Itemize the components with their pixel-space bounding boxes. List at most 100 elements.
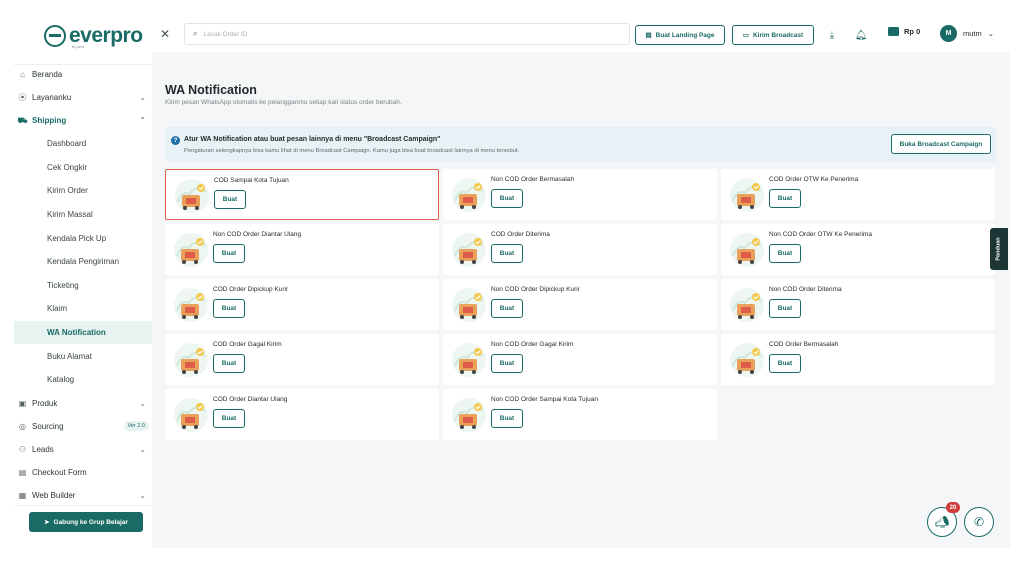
sidebar-subitem-kirim-massal[interactable]: Kirim Massal xyxy=(14,203,152,227)
sidebar-item-beranda[interactable]: ⌂ Beranda xyxy=(14,63,152,86)
create-template-button[interactable]: Buat xyxy=(491,189,523,208)
create-template-button[interactable]: Buat xyxy=(769,189,801,208)
announcement-button[interactable]: 📣︎ 20 xyxy=(927,502,960,537)
logo-mark-icon xyxy=(44,25,66,47)
create-template-button[interactable]: Buat xyxy=(491,409,523,428)
info-banner-title: Atur WA Notification atau buat pesan lai… xyxy=(184,136,441,143)
create-template-button[interactable]: Buat xyxy=(491,354,523,373)
card-title: COD Order Diantar Ulang xyxy=(213,396,288,403)
delivery-truck-illustration xyxy=(727,230,767,270)
create-template-button[interactable]: Buat xyxy=(213,299,245,318)
user-menu[interactable]: M mutm ⌄ xyxy=(940,25,994,42)
open-broadcast-campaign-button[interactable]: Buka Broadcast Campaign xyxy=(891,134,991,154)
create-template-button[interactable]: Buat xyxy=(769,299,801,318)
sidebar-subitem-buku-alamat[interactable]: Buku Alamat xyxy=(14,344,152,368)
page-subtitle: Kirim pesan WhatsApp otomatis ke pelangg… xyxy=(165,99,402,106)
notification-template-card: Non COD Order Diantar Ulang Buat xyxy=(165,224,439,275)
sidebar-subitem-katalog[interactable]: Katalog xyxy=(14,368,152,392)
notification-template-card: COD Order OTW Ke Penerima Buat xyxy=(721,169,995,220)
sidebar-subitem-klaim[interactable]: Klaim xyxy=(14,297,152,321)
whatsapp-button[interactable]: ✆ xyxy=(964,507,994,537)
delivery-truck-illustration xyxy=(727,340,767,380)
notification-template-card: COD Order Bermasalah Buat xyxy=(721,334,995,385)
chevron-down-icon: ⌄ xyxy=(139,444,146,454)
create-landing-page-button[interactable]: ▤ Buat Landing Page xyxy=(635,25,725,45)
notification-template-card: Non COD Order Gagal Kirim Buat xyxy=(443,334,717,385)
create-template-button[interactable]: Buat xyxy=(213,409,245,428)
sourcing-icon: ◎ xyxy=(19,421,26,431)
sidebar-item-leads[interactable]: ⚇ Leads ⌄ xyxy=(14,438,152,461)
sidebar-item-sourcing[interactable]: ◎ Sourcing Ver 2.0 xyxy=(14,415,152,438)
sidebar-subitem-label: Katalog xyxy=(47,375,75,385)
sidebar-item-label: Beranda xyxy=(32,70,63,79)
close-icon[interactable]: ✕ xyxy=(160,27,170,41)
create-template-button[interactable]: Buat xyxy=(491,244,523,263)
card-title: Non COD Order Diterima xyxy=(769,286,842,293)
sidebar-item-label: Layananku xyxy=(32,93,72,102)
sidebar-subitem-kendala-pengiriman[interactable]: Kendala Pengiriman xyxy=(14,250,152,274)
card-title: Non COD Order Bermasalah xyxy=(491,176,575,183)
notification-template-card: Non COD Order Dipickup Kurir Buat xyxy=(443,279,717,330)
download-icon[interactable]: ⤓ xyxy=(823,26,841,44)
create-template-button[interactable]: Buat xyxy=(213,354,245,373)
sidebar-subitem-label: Kirim Order xyxy=(47,186,88,196)
sidebar-item-web-builder[interactable]: ▦ Web Builder ⌄ xyxy=(14,484,152,507)
send-broadcast-button[interactable]: ▭ Kirim Broadcast xyxy=(732,25,814,45)
guide-tab-label: Panduan xyxy=(996,237,1003,261)
bell-icon[interactable]: 🔔︎ xyxy=(852,26,870,44)
delivery-truck-illustration xyxy=(171,285,211,325)
sidebar-subitem-kirim-order[interactable]: Kirim Order xyxy=(14,179,152,203)
balance[interactable]: Rp 0 xyxy=(888,27,920,36)
everpro-logo[interactable]: everpro xyxy=(44,22,143,50)
sidebar-subitem-kendala-pick-up[interactable]: Kendala Pick Up xyxy=(14,226,152,250)
sidebar-subitem-cek-ongkir[interactable]: Cek Ongkir xyxy=(14,156,152,180)
send-icon: ➤ xyxy=(44,519,50,526)
delivery-truck-illustration xyxy=(449,285,489,325)
home-icon: ⌂ xyxy=(20,70,25,79)
page-title: WA Notification xyxy=(165,83,257,97)
card-title: COD Order Bermasalah xyxy=(769,341,839,348)
card-title: Non COD Order Diantar Ulang xyxy=(213,231,302,238)
delivery-truck-illustration xyxy=(449,395,489,435)
card-title: Non COD Order Sampai Kota Tujuan xyxy=(491,396,598,403)
notification-template-card: COD Order Gagal Kirim Buat xyxy=(165,334,439,385)
chevron-down-icon: ⌄ xyxy=(139,93,146,102)
send-broadcast-label: Kirim Broadcast xyxy=(752,31,804,39)
broadcast-icon: ▭ xyxy=(742,32,749,39)
card-title: Non COD Order OTW Ke Penerima xyxy=(769,231,872,238)
sidebar-subitem-dashboard[interactable]: Dashboard xyxy=(14,132,152,156)
notification-template-card: COD Order Diantar Ulang Buat xyxy=(165,389,439,440)
sidebar-subitem-label: Ticketing xyxy=(47,280,79,290)
join-group-label: Gabung ke Grup Belajar xyxy=(53,518,128,526)
delivery-truck-illustration xyxy=(449,175,489,215)
join-group-button[interactable]: ➤ Gabung ke Grup Belajar xyxy=(29,512,143,532)
card-title: COD Order Gagal Kirim xyxy=(213,341,282,348)
page-icon: ▤ xyxy=(645,32,652,39)
sidebar-subitem-ticketing[interactable]: Ticketing xyxy=(14,274,152,298)
sidebar-item-checkout-form[interactable]: ▤ Checkout Form xyxy=(14,461,152,484)
sidebar-subitem-label: Cek Ongkir xyxy=(47,162,88,172)
sidebar-item-produk[interactable]: ▣ Produk ⌄ xyxy=(14,392,152,415)
sidebar-subitem-label: Buku Alamat xyxy=(47,351,92,361)
create-template-button[interactable]: Buat xyxy=(214,190,246,209)
delivery-truck-illustration xyxy=(171,395,211,435)
create-template-button[interactable]: Buat xyxy=(491,299,523,318)
info-icon: ? xyxy=(171,136,180,145)
sidebar-item-layananku[interactable]: ⦿ Layananku ⌄ xyxy=(14,86,152,109)
sidebar-item-shipping[interactable]: ⛟ Shipping ⌃ xyxy=(14,109,152,132)
create-template-button[interactable]: Buat xyxy=(769,244,801,263)
notification-template-card: Non COD Order Diterima Buat xyxy=(721,279,995,330)
delivery-truck-illustration xyxy=(172,176,212,216)
create-template-button[interactable]: Buat xyxy=(769,354,801,373)
notification-count-badge: 20 xyxy=(946,502,960,513)
wallet-icon xyxy=(888,27,899,36)
create-template-button[interactable]: Buat xyxy=(213,244,245,263)
search-input[interactable] xyxy=(203,30,604,38)
chevron-down-icon: ⌄ xyxy=(139,490,146,500)
guide-tab[interactable]: Panduan xyxy=(990,228,1008,270)
card-title: COD Order Dipickup Kurir xyxy=(213,286,289,293)
sidebar-subitem-label: Kendala Pick Up xyxy=(47,233,107,243)
delivery-truck-illustration xyxy=(449,230,489,270)
sidebar-subitem-wa-notification[interactable]: WA Notification xyxy=(14,320,152,345)
shipping-submenu: Dashboard Cek Ongkir Kirim Order Kirim Mass… xyxy=(14,132,152,392)
